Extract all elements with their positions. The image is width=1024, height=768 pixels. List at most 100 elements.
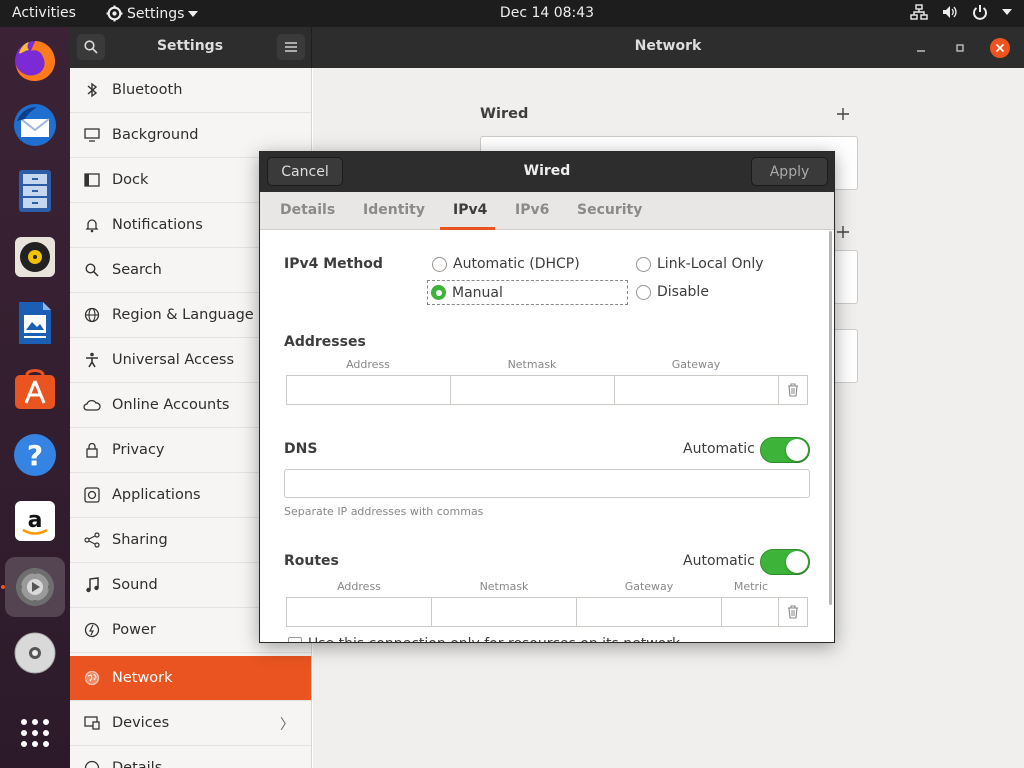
search-button[interactable] bbox=[77, 34, 105, 60]
tab-bar: Details Identity IPv4 IPv6 Security bbox=[260, 192, 834, 230]
show-apps-icon[interactable] bbox=[5, 703, 65, 763]
radio-label: Manual bbox=[452, 284, 503, 301]
route-netmask-column-header: Netmask bbox=[479, 580, 529, 593]
radio-label: Automatic (DHCP) bbox=[453, 256, 580, 272]
sidebar-item-details[interactable]: Details bbox=[70, 746, 311, 768]
dns-automatic-label: Automatic bbox=[683, 441, 755, 457]
close-icon bbox=[995, 43, 1005, 53]
search-icon bbox=[70, 263, 112, 277]
tab-details[interactable]: Details bbox=[280, 202, 335, 218]
radio-disable[interactable]: Disable bbox=[636, 284, 709, 300]
sidebar-item-network[interactable]: Network bbox=[70, 656, 311, 701]
rhythmbox-icon[interactable] bbox=[5, 227, 65, 287]
system-tray[interactable] bbox=[910, 4, 1012, 20]
tab-security[interactable]: Security bbox=[577, 202, 642, 218]
toggle-knob bbox=[786, 439, 808, 461]
globe-icon bbox=[70, 307, 112, 323]
radio-circle-selected bbox=[431, 285, 446, 300]
route-address-input[interactable] bbox=[286, 597, 432, 627]
dns-input[interactable] bbox=[284, 469, 810, 498]
dns-automatic-toggle[interactable] bbox=[760, 437, 810, 463]
lock-icon bbox=[70, 442, 112, 458]
sidebar-item-devices[interactable]: Devices 〉 bbox=[70, 701, 311, 746]
svg-text:?: ? bbox=[27, 439, 43, 472]
help-icon[interactable]: ? bbox=[5, 425, 65, 485]
menu-button[interactable] bbox=[277, 34, 305, 60]
network-wired-icon bbox=[910, 4, 928, 20]
toggle-knob bbox=[786, 551, 808, 573]
routes-automatic-toggle[interactable] bbox=[760, 549, 810, 575]
power-icon bbox=[973, 5, 987, 20]
volume-icon bbox=[943, 6, 957, 18]
dvd-icon[interactable] bbox=[5, 623, 65, 683]
radio-link-local-only[interactable]: Link-Local Only bbox=[636, 256, 764, 272]
address-input[interactable] bbox=[286, 375, 451, 405]
top-bar: Activities Settings Dec 14 08:43 bbox=[0, 0, 1024, 27]
trash-icon bbox=[788, 605, 798, 619]
sidebar-item-label: Background bbox=[112, 127, 199, 143]
sidebar-header: Settings bbox=[70, 27, 312, 68]
amazon-icon[interactable]: a bbox=[5, 491, 65, 551]
apply-button[interactable]: Apply bbox=[751, 157, 828, 186]
maximize-button[interactable] bbox=[951, 39, 969, 57]
sidebar-item-label: Power bbox=[112, 622, 156, 638]
close-button[interactable] bbox=[990, 38, 1010, 58]
radio-manual[interactable]: Manual bbox=[427, 280, 628, 305]
dns-heading: DNS bbox=[284, 441, 318, 457]
network-icon bbox=[70, 670, 112, 686]
background-icon bbox=[70, 128, 112, 142]
sidebar-item-label: Notifications bbox=[112, 217, 203, 233]
clock[interactable]: Dec 14 08:43 bbox=[0, 5, 1024, 21]
ubuntu-software-icon[interactable] bbox=[5, 359, 65, 419]
addresses-heading: Addresses bbox=[284, 334, 366, 350]
dock: ? a bbox=[0, 27, 70, 768]
local-resources-checkbox[interactable] bbox=[288, 637, 302, 642]
sidebar-item-label: Privacy bbox=[112, 442, 165, 458]
restore-icon bbox=[956, 44, 964, 52]
devices-icon bbox=[70, 716, 112, 730]
gateway-column-header: Gateway bbox=[671, 358, 721, 371]
gateway-input[interactable] bbox=[614, 375, 779, 405]
route-metric-input[interactable] bbox=[721, 597, 779, 627]
route-address-column-header: Address bbox=[337, 580, 381, 593]
bluetooth-icon bbox=[70, 82, 112, 98]
sidebar-item-label: Region & Language bbox=[112, 307, 254, 323]
files-icon[interactable] bbox=[5, 161, 65, 221]
sidebar-item-label: Universal Access bbox=[112, 352, 235, 368]
power-icon bbox=[70, 622, 112, 638]
delete-address-button[interactable] bbox=[778, 375, 808, 405]
music-icon bbox=[70, 577, 112, 593]
add-vpn-button[interactable] bbox=[836, 220, 850, 244]
netmask-input[interactable] bbox=[450, 375, 615, 405]
route-netmask-input[interactable] bbox=[431, 597, 577, 627]
add-connection-button[interactable] bbox=[836, 102, 850, 126]
sidebar-item-label: Applications bbox=[112, 487, 201, 503]
plus-icon bbox=[837, 226, 849, 238]
address-column-header: Address bbox=[346, 358, 390, 371]
running-indicator bbox=[1, 585, 5, 589]
radio-automatic-dhcp[interactable]: Automatic (DHCP) bbox=[432, 256, 580, 272]
svg-text:a: a bbox=[28, 508, 43, 533]
dialog-headerbar: Cancel Wired Apply bbox=[260, 152, 834, 192]
tab-ipv6[interactable]: IPv6 bbox=[515, 202, 549, 218]
radio-label: Link-Local Only bbox=[657, 256, 764, 272]
settings-icon[interactable] bbox=[5, 557, 65, 617]
scrollbar[interactable] bbox=[829, 231, 832, 605]
active-tab-indicator bbox=[440, 227, 495, 230]
tab-identity[interactable]: Identity bbox=[363, 202, 425, 218]
dock-icon bbox=[70, 173, 112, 187]
firefox-icon[interactable] bbox=[5, 29, 65, 89]
sidebar-item-label: Bluetooth bbox=[112, 82, 183, 98]
sidebar-title: Settings bbox=[156, 38, 224, 54]
tab-ipv4[interactable]: IPv4 bbox=[453, 202, 487, 218]
route-gateway-column-header: Gateway bbox=[624, 580, 674, 593]
route-gateway-input[interactable] bbox=[576, 597, 722, 627]
libreoffice-writer-icon[interactable] bbox=[5, 293, 65, 353]
minimize-button[interactable] bbox=[912, 39, 930, 57]
delete-route-button[interactable] bbox=[778, 597, 808, 627]
routes-automatic-label: Automatic bbox=[683, 553, 755, 569]
sidebar-item-label: Search bbox=[112, 262, 162, 278]
sidebar-item-bluetooth[interactable]: Bluetooth bbox=[70, 68, 311, 113]
thunderbird-icon[interactable] bbox=[5, 95, 65, 155]
dns-hint: Separate IP addresses with commas bbox=[284, 505, 484, 518]
